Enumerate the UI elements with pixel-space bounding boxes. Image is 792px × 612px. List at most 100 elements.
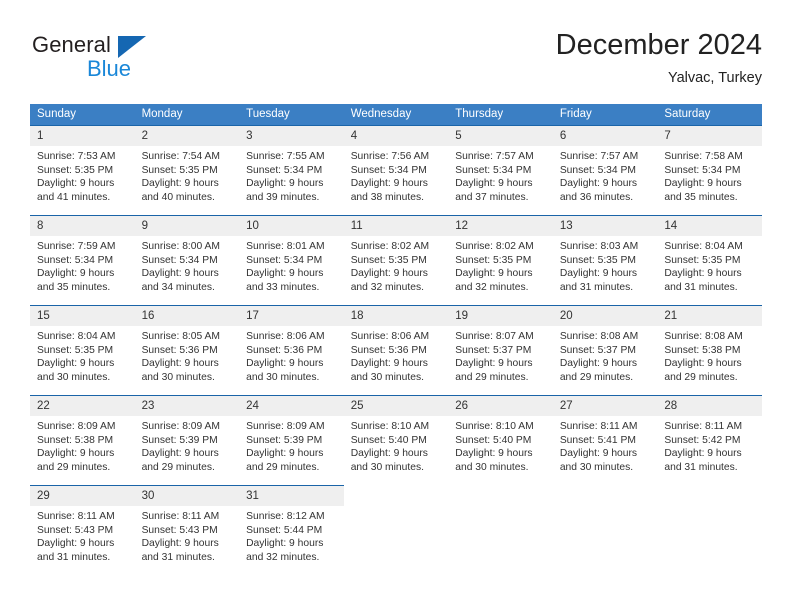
sunrise-text: Sunrise: 8:02 AM: [350, 241, 430, 252]
sunrise-text: Sunrise: 8:11 AM: [141, 511, 220, 522]
calendar-day-cell[interactable]: 4 Sunrise: 7:56 AM Sunset: 5:34 PM Dayli…: [343, 125, 449, 215]
page-location: Yalvac, Turkey: [667, 70, 762, 86]
daylight-text-line1: Daylight: 9 hours: [350, 268, 428, 280]
sunset-text: Sunset: 5:35 PM: [559, 254, 636, 266]
calendar-day-cell[interactable]: 30 Sunrise: 8:11 AM Sunset: 5:43 PM Dayl…: [134, 485, 240, 575]
calendar-day-cell[interactable]: 7 Sunrise: 7:58 AM Sunset: 5:34 PM Dayli…: [657, 125, 762, 215]
calendar-day-cell[interactable]: 31 Sunrise: 8:12 AM Sunset: 5:44 PM Dayl…: [239, 485, 344, 575]
sunset-text: Sunset: 5:34 PM: [664, 164, 741, 176]
sunrise-text: Sunrise: 8:06 AM: [350, 331, 430, 342]
calendar-day-cell[interactable]: 2 Sunrise: 7:54 AM Sunset: 5:35 PM Dayli…: [134, 125, 240, 215]
calendar-day-cell[interactable]: 20 Sunrise: 8:08 AM Sunset: 5:37 PM Dayl…: [552, 305, 658, 395]
sunrise-text: Sunrise: 8:10 AM: [350, 421, 430, 432]
daylight-text-line2: and 38 minutes.: [350, 191, 424, 203]
calendar-day-cell[interactable]: 26 Sunrise: 8:10 AM Sunset: 5:40 PM Dayl…: [448, 395, 553, 485]
day-number: [553, 485, 658, 505]
calendar-day-cell[interactable]: 12 Sunrise: 8:02 AM Sunset: 5:35 PM Dayl…: [448, 215, 553, 305]
day-number: 27: [552, 395, 658, 416]
sunset-text: Sunset: 5:36 PM: [246, 344, 323, 356]
daylight-text-line1: Daylight: 9 hours: [350, 358, 428, 370]
sunset-text: Sunset: 5:37 PM: [559, 344, 636, 356]
calendar-day-cell[interactable]: 8 Sunrise: 7:59 AM Sunset: 5:34 PM Dayli…: [30, 215, 135, 305]
daylight-text-line1: Daylight: 9 hours: [664, 178, 742, 190]
sunset-text: Sunset: 5:34 PM: [559, 164, 636, 176]
calendar-day-cell[interactable]: 19 Sunrise: 8:07 AM Sunset: 5:37 PM Dayl…: [448, 305, 553, 395]
calendar-body: 1 Sunrise: 7:53 AM Sunset: 5:35 PM Dayli…: [30, 125, 762, 575]
calendar-day-cell[interactable]: 21 Sunrise: 8:08 AM Sunset: 5:38 PM Dayl…: [657, 305, 762, 395]
calendar-day-cell[interactable]: 27 Sunrise: 8:11 AM Sunset: 5:41 PM Dayl…: [552, 395, 658, 485]
weekday-header-friday: Friday: [552, 104, 658, 125]
day-number: 12: [448, 215, 553, 236]
daylight-text-line2: and 40 minutes.: [141, 191, 215, 203]
calendar-day-cell[interactable]: 5 Sunrise: 7:57 AM Sunset: 5:34 PM Dayli…: [448, 125, 553, 215]
sunset-text: Sunset: 5:42 PM: [664, 434, 741, 446]
sunset-text: Sunset: 5:34 PM: [37, 254, 114, 266]
day-details: Sunrise: 7:56 AM Sunset: 5:34 PM Dayligh…: [344, 146, 449, 204]
calendar-day-cell[interactable]: 17 Sunrise: 8:06 AM Sunset: 5:36 PM Dayl…: [239, 305, 344, 395]
calendar-day-cell[interactable]: 29 Sunrise: 8:11 AM Sunset: 5:43 PM Dayl…: [30, 485, 135, 575]
day-number: 7: [657, 125, 762, 146]
calendar-day-cell[interactable]: 3 Sunrise: 7:55 AM Sunset: 5:34 PM Dayli…: [239, 125, 344, 215]
daylight-text-line2: and 35 minutes.: [37, 281, 111, 293]
daylight-text-line2: and 30 minutes.: [350, 461, 424, 473]
calendar-day-cell[interactable]: 25 Sunrise: 8:10 AM Sunset: 5:40 PM Dayl…: [343, 395, 449, 485]
day-details: Sunrise: 8:10 AM Sunset: 5:40 PM Dayligh…: [344, 416, 449, 474]
calendar-day-cell[interactable]: 18 Sunrise: 8:06 AM Sunset: 5:36 PM Dayl…: [343, 305, 449, 395]
calendar-week-row: 8 Sunrise: 7:59 AM Sunset: 5:34 PM Dayli…: [30, 215, 762, 305]
calendar-day-cell[interactable]: 14 Sunrise: 8:04 AM Sunset: 5:35 PM Dayl…: [657, 215, 762, 305]
calendar-day-cell[interactable]: 28 Sunrise: 8:11 AM Sunset: 5:42 PM Dayl…: [657, 395, 762, 485]
daylight-text-line1: Daylight: 9 hours: [455, 178, 533, 190]
calendar-day-cell[interactable]: 11 Sunrise: 8:02 AM Sunset: 5:35 PM Dayl…: [343, 215, 449, 305]
calendar-day-cell[interactable]: 23 Sunrise: 8:09 AM Sunset: 5:39 PM Dayl…: [134, 395, 240, 485]
calendar-day-cell[interactable]: 22 Sunrise: 8:09 AM Sunset: 5:38 PM Dayl…: [30, 395, 135, 485]
weekday-header-row: Sunday Monday Tuesday Wednesday Thursday…: [30, 104, 762, 125]
day-number: 25: [343, 395, 449, 416]
calendar-day-cell[interactable]: 16 Sunrise: 8:05 AM Sunset: 5:36 PM Dayl…: [134, 305, 240, 395]
daylight-text-line1: Daylight: 9 hours: [664, 448, 742, 460]
calendar-day-cell-empty: [657, 485, 762, 575]
daylight-text-line2: and 32 minutes.: [455, 281, 529, 293]
daylight-text-line1: Daylight: 9 hours: [141, 358, 219, 370]
calendar-day-cell[interactable]: 24 Sunrise: 8:09 AM Sunset: 5:39 PM Dayl…: [239, 395, 344, 485]
weekday-header-sunday: Sunday: [30, 104, 135, 125]
sunrise-text: Sunrise: 7:58 AM: [664, 151, 743, 162]
day-details: Sunrise: 8:07 AM Sunset: 5:37 PM Dayligh…: [448, 326, 553, 384]
sunrise-text: Sunrise: 8:01 AM: [246, 241, 325, 252]
daylight-text-line2: and 32 minutes.: [246, 551, 320, 563]
daylight-text-line1: Daylight: 9 hours: [350, 178, 428, 190]
sunset-text: Sunset: 5:34 PM: [246, 164, 323, 176]
weekday-header-thursday: Thursday: [448, 104, 553, 125]
sunset-text: Sunset: 5:35 PM: [664, 254, 741, 266]
calendar-day-cell[interactable]: 1 Sunrise: 7:53 AM Sunset: 5:35 PM Dayli…: [30, 125, 135, 215]
calendar-week-row: 22 Sunrise: 8:09 AM Sunset: 5:38 PM Dayl…: [30, 395, 762, 485]
day-number: 3: [239, 125, 344, 146]
calendar-day-cell[interactable]: 15 Sunrise: 8:04 AM Sunset: 5:35 PM Dayl…: [30, 305, 135, 395]
sunset-text: Sunset: 5:40 PM: [455, 434, 532, 446]
day-details: Sunrise: 8:05 AM Sunset: 5:36 PM Dayligh…: [135, 326, 240, 384]
general-blue-logo[interactable]: General Blue: [30, 32, 250, 94]
daylight-text-line1: Daylight: 9 hours: [141, 448, 219, 460]
calendar-day-cell[interactable]: 6 Sunrise: 7:57 AM Sunset: 5:34 PM Dayli…: [552, 125, 658, 215]
day-details: Sunrise: 7:57 AM Sunset: 5:34 PM Dayligh…: [448, 146, 553, 204]
daylight-text-line1: Daylight: 9 hours: [246, 178, 324, 190]
day-details: Sunrise: 7:53 AM Sunset: 5:35 PM Dayligh…: [30, 146, 135, 204]
sunset-text: Sunset: 5:37 PM: [455, 344, 532, 356]
calendar-day-cell[interactable]: 13 Sunrise: 8:03 AM Sunset: 5:35 PM Dayl…: [552, 215, 658, 305]
sunset-text: Sunset: 5:34 PM: [246, 254, 323, 266]
day-details: Sunrise: 8:10 AM Sunset: 5:40 PM Dayligh…: [448, 416, 553, 474]
sunrise-text: Sunrise: 8:05 AM: [141, 331, 220, 342]
sunset-text: Sunset: 5:43 PM: [37, 524, 114, 536]
sunset-text: Sunset: 5:36 PM: [350, 344, 427, 356]
daylight-text-line2: and 35 minutes.: [664, 191, 738, 203]
daylight-text-line2: and 30 minutes.: [141, 371, 215, 383]
sunset-text: Sunset: 5:35 PM: [350, 254, 427, 266]
daylight-text-line1: Daylight: 9 hours: [37, 448, 115, 460]
calendar-day-cell[interactable]: 10 Sunrise: 8:01 AM Sunset: 5:34 PM Dayl…: [239, 215, 344, 305]
daylight-text-line2: and 32 minutes.: [350, 281, 424, 293]
calendar-day-cell[interactable]: 9 Sunrise: 8:00 AM Sunset: 5:34 PM Dayli…: [134, 215, 240, 305]
weekday-header-wednesday: Wednesday: [343, 104, 449, 125]
page-header: General Blue December 2024 Yalvac, Turke…: [30, 26, 762, 98]
day-details: Sunrise: 8:09 AM Sunset: 5:38 PM Dayligh…: [30, 416, 135, 474]
day-details: Sunrise: 8:11 AM Sunset: 5:42 PM Dayligh…: [657, 416, 762, 474]
daylight-text-line2: and 29 minutes.: [37, 461, 111, 473]
